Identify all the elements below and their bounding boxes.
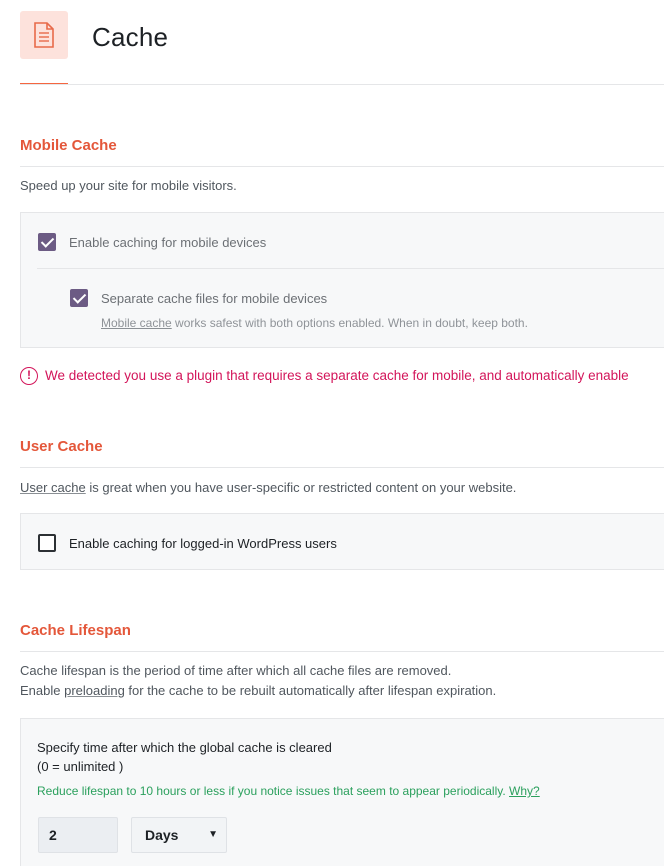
separate-mobile-cache-label[interactable]: Separate cache files for mobile devices	[101, 291, 327, 306]
user-cache-doc-link[interactable]: User cache	[20, 480, 86, 495]
mobile-cache-checkbox[interactable]	[38, 233, 56, 251]
lifespan-setting-title: Specify time after which the global cach…	[37, 738, 332, 776]
section-divider	[20, 467, 664, 468]
section-divider	[20, 166, 664, 167]
lifespan-desc-post: for the cache to be rebuilt automaticall…	[124, 683, 497, 698]
document-icon	[20, 11, 68, 59]
lifespan-setting-title-line1: Specify time after which the global cach…	[37, 740, 332, 755]
lifespan-hint: Reduce lifespan to 10 hours or less if y…	[37, 784, 540, 798]
lifespan-desc-pre: Enable	[20, 683, 65, 698]
cache-lifespan-settings: Specify time after which the global cach…	[20, 718, 664, 866]
lifespan-desc-line2: Enable preloading for the cache to be re…	[20, 681, 496, 701]
lifespan-setting-title-line2: (0 = unlimited )	[37, 759, 124, 774]
exclamation-icon: !	[20, 367, 38, 385]
cache-lifespan-description: Cache lifespan is the period of time aft…	[20, 661, 496, 701]
cache-lifespan-title: Cache Lifespan	[20, 622, 131, 639]
lifespan-value-input[interactable]: 2	[38, 817, 118, 853]
page-header: Cache	[0, 0, 664, 86]
section-divider	[20, 651, 664, 652]
mobile-cache-hint-text: works safest with both options enabled. …	[171, 316, 528, 330]
lifespan-unit-value: Days	[145, 827, 179, 843]
why-link[interactable]: Why?	[509, 784, 540, 798]
separate-mobile-cache-checkbox[interactable]	[70, 289, 88, 307]
user-cache-description: User cache is great when you have user-s…	[20, 478, 516, 498]
page-title: Cache	[92, 22, 169, 52]
dropdown-arrow-icon: ▼	[208, 829, 218, 840]
logged-in-cache-checkbox[interactable]	[38, 534, 56, 552]
lifespan-unit-select[interactable]: Days ▼	[131, 817, 227, 853]
row-divider	[37, 268, 664, 269]
mobile-cache-doc-link[interactable]: Mobile cache	[101, 316, 172, 330]
lifespan-desc-line1: Cache lifespan is the period of time aft…	[20, 663, 452, 678]
mobile-cache-label[interactable]: Enable caching for mobile devices	[69, 235, 266, 250]
header-divider	[20, 84, 664, 85]
lifespan-hint-text: Reduce lifespan to 10 hours or less if y…	[37, 784, 510, 798]
mobile-cache-description: Speed up your site for mobile visitors.	[20, 178, 237, 193]
user-cache-options: Enable caching for logged-in WordPress u…	[20, 513, 664, 570]
alert-text: We detected you use a plugin that requir…	[45, 368, 629, 383]
preloading-link[interactable]: preloading	[64, 683, 125, 698]
mobile-cache-title: Mobile Cache	[20, 137, 117, 154]
mobile-cache-hint: Mobile cache works safest with both opti…	[101, 316, 528, 330]
user-cache-description-text: is great when you have user-specific or …	[85, 480, 517, 495]
user-cache-title: User Cache	[20, 438, 103, 455]
logged-in-cache-label[interactable]: Enable caching for logged-in WordPress u…	[69, 536, 337, 551]
mobile-cache-options: Enable caching for mobile devices Separa…	[20, 212, 664, 348]
